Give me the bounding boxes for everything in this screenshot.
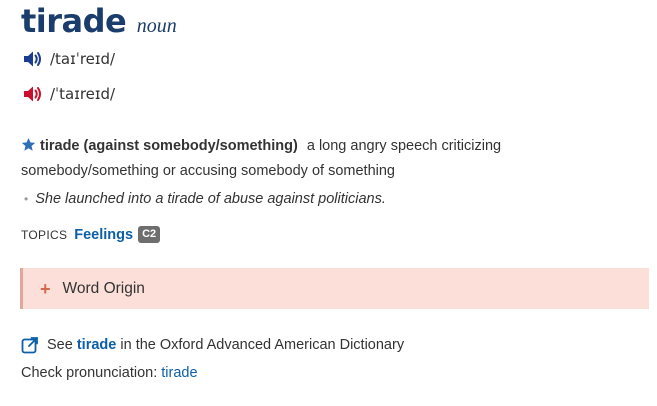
topics-label: TOPICS [21, 227, 68, 242]
part-of-speech: noun [136, 15, 177, 37]
plus-icon: + [40, 278, 51, 299]
example-text: She launched into a tirade of abuse agai… [35, 191, 386, 207]
star-icon [21, 136, 36, 151]
phonetic-british: /taɪˈreɪd/ [50, 50, 116, 68]
pronunciation-american: /ˈtaɪreɪd/ [22, 83, 115, 105]
speaker-blue-icon[interactable] [22, 49, 44, 69]
check-pronunciation: Check pronunciation: tirade [21, 365, 198, 381]
external-link-icon[interactable] [21, 336, 39, 354]
word-origin-toggle[interactable]: + Word Origin [20, 268, 649, 309]
level-badge: C2 [138, 226, 161, 243]
see-suffix: in the Oxford Advanced American Dictiona… [120, 337, 405, 353]
see-prefix: See [47, 337, 73, 353]
phonetic-american: /ˈtaɪreɪd/ [50, 85, 116, 103]
check-pronunciation-link[interactable]: tirade [161, 365, 197, 381]
speaker-red-icon[interactable] [22, 84, 44, 104]
topic-link-feelings[interactable]: Feelings [74, 227, 133, 243]
check-pronunciation-label: Check pronunciation: [21, 365, 158, 381]
word-origin-label: Word Origin [62, 279, 145, 297]
see-also: See tirade in the Oxford Advanced Americ… [21, 336, 404, 354]
see-also-link[interactable]: tirade [77, 337, 117, 353]
grammar-pattern: tirade (against somebody/something) [40, 138, 298, 154]
entry-header: tirade noun [21, 2, 177, 40]
headword: tirade [21, 2, 127, 40]
bullet-icon: • [24, 192, 29, 206]
example-sentence: • She launched into a tirade of abuse aga… [24, 191, 386, 207]
sense: tirade (against somebody/something) a lo… [21, 134, 621, 184]
pronunciation-british: /taɪˈreɪd/ [22, 48, 115, 70]
topics-row: TOPICS Feelings C2 [21, 226, 161, 243]
